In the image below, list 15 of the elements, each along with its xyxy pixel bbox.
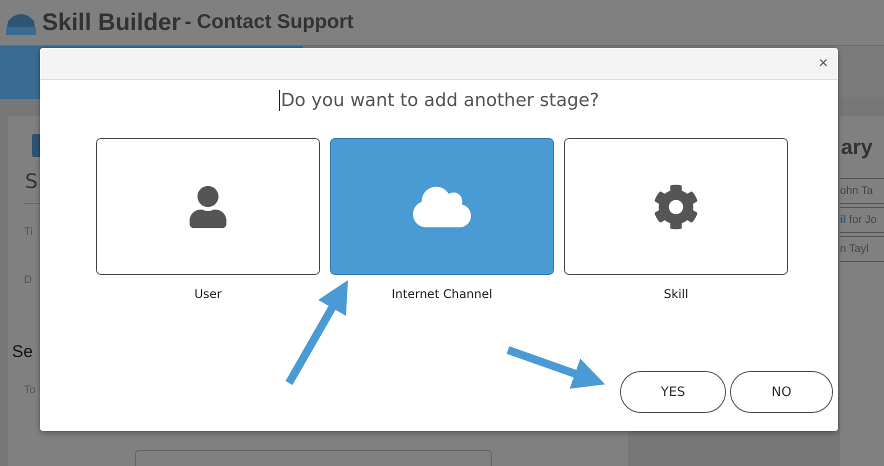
- summary-row: ohn Ta: [840, 178, 884, 204]
- dialog-question: Do you want to add another stage?: [278, 90, 600, 111]
- yes-button[interactable]: YES: [620, 371, 726, 413]
- section-heading: Se: [12, 342, 33, 362]
- close-button[interactable]: ×: [816, 54, 830, 72]
- app-title: Skill Builder: [42, 8, 181, 36]
- option-label: Skill: [664, 287, 688, 301]
- page-subtitle: - Contact Support: [184, 11, 354, 34]
- option-label: Internet Channel: [392, 287, 492, 301]
- no-button[interactable]: NO: [730, 371, 833, 413]
- summary-heading: ary: [841, 136, 873, 160]
- summary-row: n Tayl: [840, 236, 884, 262]
- option-label: User: [194, 287, 222, 301]
- summary-row: il for Jo: [840, 207, 884, 233]
- section-title: S: [25, 169, 38, 194]
